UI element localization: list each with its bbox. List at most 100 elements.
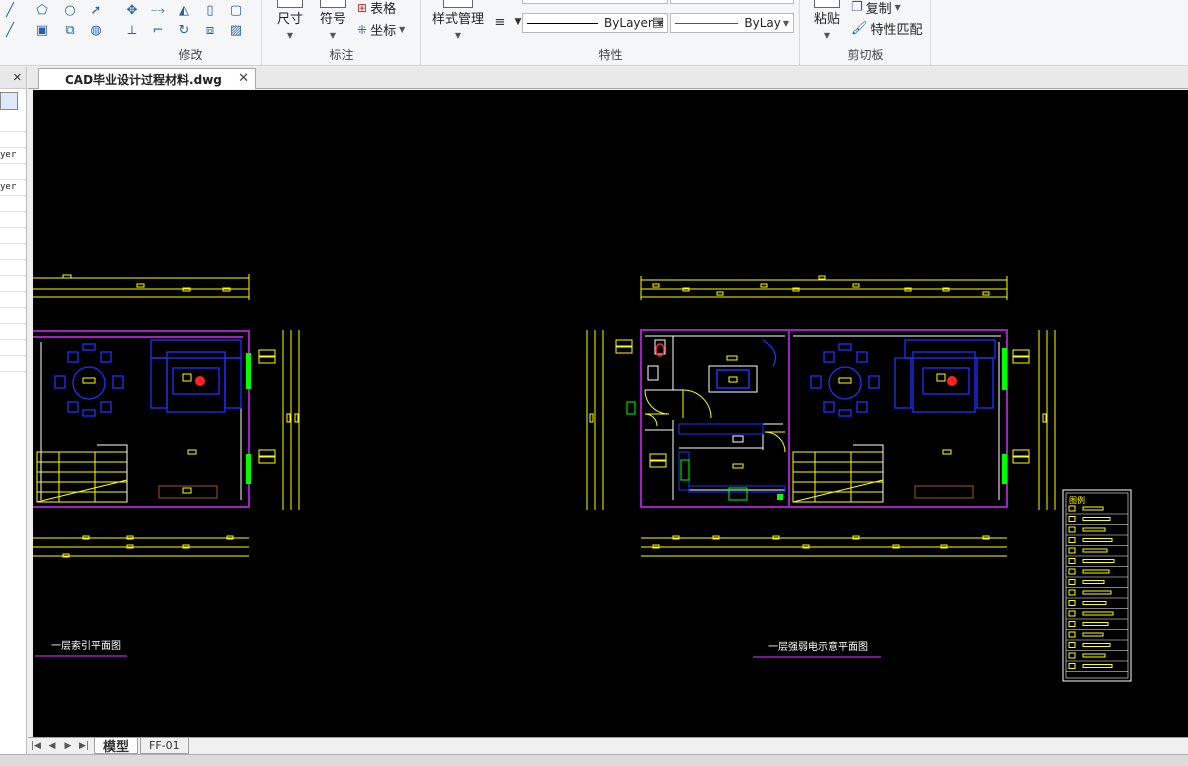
sidebar-row[interactable] xyxy=(0,340,26,356)
close-tab-icon[interactable]: ✕ xyxy=(238,71,249,86)
properties-panel: 样式管理 ▼ ≡ ▼ ByLayer ▼ ▤ ByLay ▼ 特性 xyxy=(422,0,800,66)
document-tab[interactable]: CAD毕业设计过程材料.dwg ✕ xyxy=(38,68,256,89)
copy-icon: ❐ xyxy=(851,0,863,15)
circle-icon[interactable]: ○ xyxy=(60,0,80,20)
right-curtain xyxy=(762,339,777,367)
tab-ff-01[interactable]: FF-01 xyxy=(140,738,189,754)
array-icon[interactable]: ⧈ xyxy=(200,20,220,40)
symbol-button[interactable]: 符号 ▼ xyxy=(317,0,349,42)
next-layout-icon[interactable]: ▶ xyxy=(60,741,76,751)
right-tv-screen xyxy=(716,369,750,389)
sidebar-header: ✕ xyxy=(0,67,26,89)
right-left-marker xyxy=(626,401,636,415)
coordinate-button[interactable]: ⁜ 坐标 ▼ xyxy=(357,20,406,40)
right-right-dimensions xyxy=(1012,330,1056,510)
left-room-tag xyxy=(187,449,197,455)
sidebar-row[interactable] xyxy=(0,356,26,372)
sidebar-row[interactable]: yer xyxy=(0,180,26,196)
right-plan-title: 一层强弱电示意平面图 xyxy=(768,640,868,653)
sidebar-row[interactable] xyxy=(0,260,26,276)
legend-description xyxy=(1082,580,1105,584)
sidebar-row[interactable] xyxy=(0,196,26,212)
dimension-button[interactable]: 尺寸 ▼ xyxy=(275,0,305,42)
drawing-svg: 一层索引平面图 一层强弱电示意平面图 图例 xyxy=(33,274,1132,682)
move-icon[interactable]: ✥ xyxy=(122,0,142,20)
properties-sidebar: ✕ yer yer xyxy=(0,67,27,757)
rectangle-icon[interactable]: ▢ xyxy=(226,0,246,20)
right-sofa-marker xyxy=(947,376,957,386)
legend-symbol xyxy=(1068,558,1076,564)
right-partitions xyxy=(645,335,1001,500)
dimension-icon xyxy=(277,0,303,8)
polyline-icon[interactable]: ╱ xyxy=(0,20,20,40)
rotate-icon[interactable]: ↻ xyxy=(174,20,194,40)
sidebar-row[interactable]: yer xyxy=(0,148,26,164)
legend-symbol xyxy=(1068,621,1076,627)
copy-button[interactable]: ❐ 复制 ▼ xyxy=(851,0,901,17)
linetype-preview xyxy=(527,22,599,24)
first-layout-icon[interactable]: |◀ xyxy=(28,741,44,751)
line-icon[interactable]: ╱ xyxy=(0,0,20,20)
shape-icon[interactable]: ⬠ xyxy=(32,0,52,20)
right-doors xyxy=(644,389,786,453)
style-manager-button[interactable]: 样式管理 ▼ xyxy=(426,0,490,42)
linetype-combo[interactable]: ByLayer ▼ xyxy=(522,13,668,33)
pick-arrow-icon[interactable]: ➚ xyxy=(86,0,106,20)
fillet-icon[interactable]: ⌐ xyxy=(148,20,168,40)
hatch-icon[interactable]: ▨ xyxy=(226,20,246,40)
quick-select-button[interactable] xyxy=(0,92,18,110)
left-cabinet-tag xyxy=(182,487,192,494)
right-bottom-dimensions xyxy=(641,535,1007,557)
extend-icon[interactable]: ⤍ xyxy=(148,0,168,20)
table-button[interactable]: ⊞ 表格 xyxy=(357,0,396,18)
layout-tab-bar: |◀ ◀ ▶ ▶| 模型 FF-01 xyxy=(28,737,1188,755)
close-icon[interactable]: ✕ xyxy=(13,71,22,84)
prev-layout-icon[interactable]: ◀ xyxy=(44,741,60,751)
legend-symbol xyxy=(1068,589,1076,596)
right-kitchen-counter xyxy=(678,423,786,493)
legend-description xyxy=(1082,653,1106,658)
chevron-down-icon: ▼ xyxy=(329,31,337,40)
mirror-icon[interactable]: ◭ xyxy=(174,0,194,20)
last-layout-icon[interactable]: ▶| xyxy=(76,741,92,751)
sidebar-row[interactable] xyxy=(0,276,26,292)
legend-symbol xyxy=(1068,547,1076,554)
left-stair-rail xyxy=(97,444,128,502)
erase-icon[interactable]: ◍ xyxy=(86,20,106,40)
copy-object-icon[interactable]: ▣ xyxy=(32,20,52,40)
match-properties-button[interactable]: 🖌 特性匹配 xyxy=(851,19,923,38)
drawing-canvas[interactable]: 一层索引平面图 一层强弱电示意平面图 图例 xyxy=(33,90,1188,737)
legend-symbol xyxy=(1068,505,1076,512)
sidebar-row[interactable] xyxy=(0,132,26,148)
legend-title: 图例 xyxy=(1069,495,1085,505)
chevron-down-icon: ▼ xyxy=(782,18,789,28)
layer-combo[interactable] xyxy=(522,0,668,4)
chevron-down-icon: ▼ xyxy=(399,25,406,34)
legend-description xyxy=(1082,622,1109,626)
stretch-icon[interactable]: ▯ xyxy=(200,0,220,20)
color-combo[interactable]: ByLay ▼ xyxy=(670,13,794,33)
legend-description xyxy=(1082,506,1104,511)
sidebar-row[interactable] xyxy=(0,292,26,308)
style-manager-icon xyxy=(443,0,473,8)
chevron-down-icon: ▼ xyxy=(286,31,294,40)
annotate-panel: 尺寸 ▼ 符号 ▼ ⊞ 表格 ⁜ 坐标 ▼ 标注 xyxy=(263,0,421,66)
right-floor-plan: 一层强弱电示意平面图 xyxy=(586,275,1056,658)
trim-icon[interactable]: ⟂ xyxy=(122,20,142,40)
right-table-tag xyxy=(838,377,852,384)
right-top-dimensions xyxy=(640,275,1008,300)
tab-model[interactable]: 模型 xyxy=(94,738,139,755)
group-icon[interactable]: ⧉ xyxy=(60,20,80,40)
paste-button[interactable]: 粘贴 ▼ xyxy=(811,0,843,42)
sidebar-row[interactable] xyxy=(0,116,26,132)
sidebar-row[interactable] xyxy=(0,324,26,340)
legend-symbol xyxy=(1068,600,1076,606)
sidebar-row[interactable] xyxy=(0,308,26,324)
sidebar-row[interactable] xyxy=(0,228,26,244)
coordinate-label: 坐标 xyxy=(370,24,397,39)
sidebar-row[interactable] xyxy=(0,164,26,180)
sidebar-row[interactable] xyxy=(0,244,26,260)
color-top-combo[interactable] xyxy=(670,0,794,4)
legend-description xyxy=(1082,590,1112,595)
sidebar-row[interactable] xyxy=(0,212,26,228)
